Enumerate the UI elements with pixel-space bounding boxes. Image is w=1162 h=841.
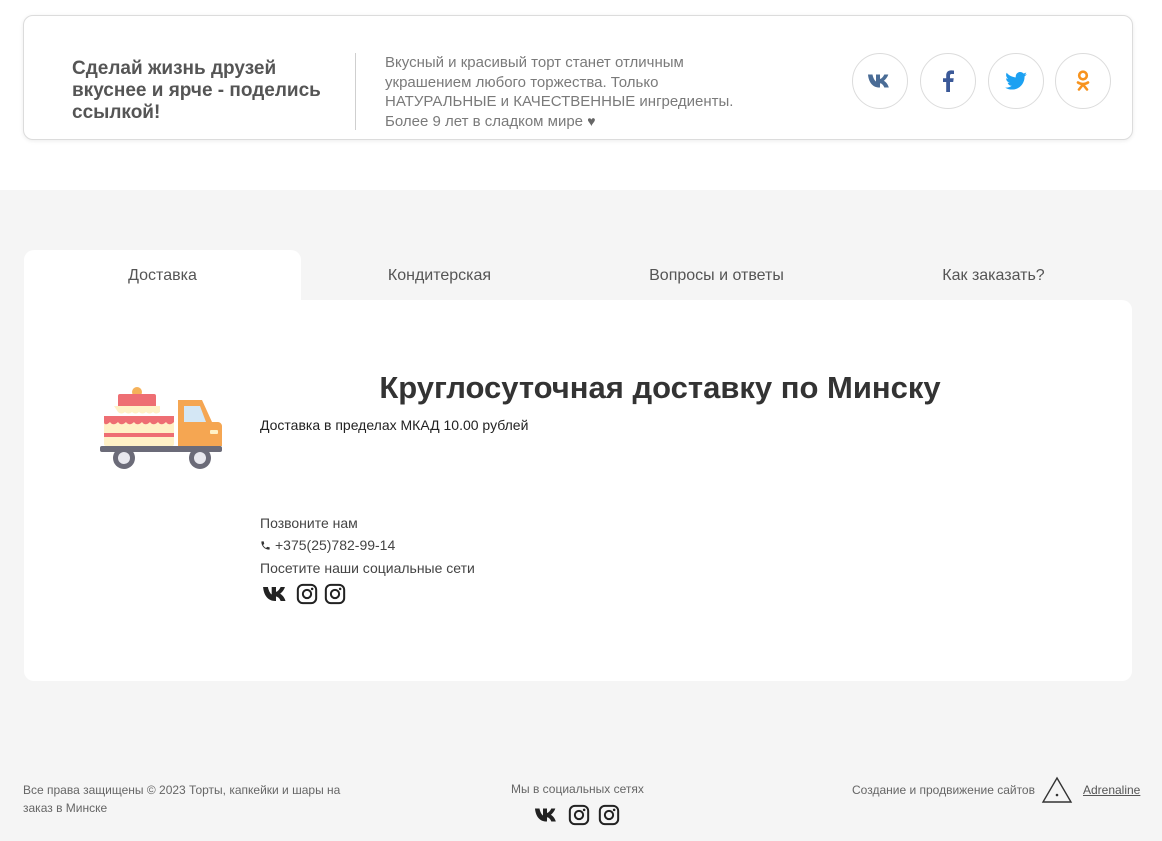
delivery-panel: Круглосуточная доставку по Минску Достав…: [24, 300, 1132, 681]
share-twitter-button[interactable]: [988, 53, 1044, 109]
twitter-icon: [1005, 72, 1027, 90]
footer-copyright: Все права защищены © 2023 Торты, капкейк…: [23, 783, 341, 815]
delivery-subtitle: Доставка в пределах МКАД 10.00 рублей: [260, 417, 529, 433]
delivery-title: Круглосуточная доставку по Минску: [379, 370, 941, 405]
share-card: Сделай жизнь друзей вкуснее и ярче - под…: [23, 15, 1133, 140]
facebook-icon: [943, 70, 954, 92]
footer-creator: Создание и продвижение сайтов Adrenaline: [852, 775, 1140, 805]
tab-bar: Доставка Кондитерская Вопросы и ответы К…: [24, 250, 1132, 302]
footer-social-links: [534, 804, 620, 826]
tab-faq[interactable]: Вопросы и ответы: [578, 250, 855, 302]
vk-icon[interactable]: [262, 585, 290, 603]
phone-icon: [261, 540, 270, 550]
share-vk-button[interactable]: [852, 53, 908, 109]
tab-confectionery[interactable]: Кондитерская: [301, 250, 578, 302]
heart-icon: ♥: [587, 112, 596, 129]
call-label: Позвоните нам: [260, 515, 358, 531]
delivery-social-links: [262, 583, 346, 605]
adrenaline-logo-icon: [1041, 776, 1073, 803]
share-odnoklassniki-button[interactable]: [1055, 53, 1111, 109]
share-description-text: Вкусный и красивый торт станет отличным …: [385, 54, 734, 130]
footer-social-label: Мы в социальных сетях: [511, 782, 644, 796]
share-facebook-button[interactable]: [920, 53, 976, 109]
cake-truck-icon: [100, 387, 222, 469]
instagram-icon[interactable]: [324, 583, 346, 605]
social-visit-label: Посетите наши социальные сети: [260, 560, 475, 576]
vk-icon: [868, 74, 889, 88]
phone-link[interactable]: +375(25)782-99-14: [260, 537, 395, 553]
share-description: Вкусный и красивый торт станет отличным …: [385, 53, 735, 131]
instagram-icon[interactable]: [568, 804, 590, 826]
phone-number: +375(25)782-99-14: [275, 537, 396, 553]
instagram-icon[interactable]: [296, 583, 318, 605]
odnoklassniki-icon: [1076, 70, 1090, 91]
tab-how-to-order[interactable]: Как заказать?: [855, 250, 1132, 302]
tab-delivery[interactable]: Доставка: [24, 250, 301, 302]
instagram-icon[interactable]: [598, 804, 620, 826]
creator-label: Создание и продвижение сайтов: [852, 783, 1035, 797]
adrenaline-link[interactable]: Adrenaline: [1083, 783, 1140, 797]
vk-icon[interactable]: [534, 807, 560, 823]
share-title: Сделай жизнь друзей вкуснее и ярче - под…: [72, 58, 321, 123]
share-divider: [355, 53, 356, 130]
